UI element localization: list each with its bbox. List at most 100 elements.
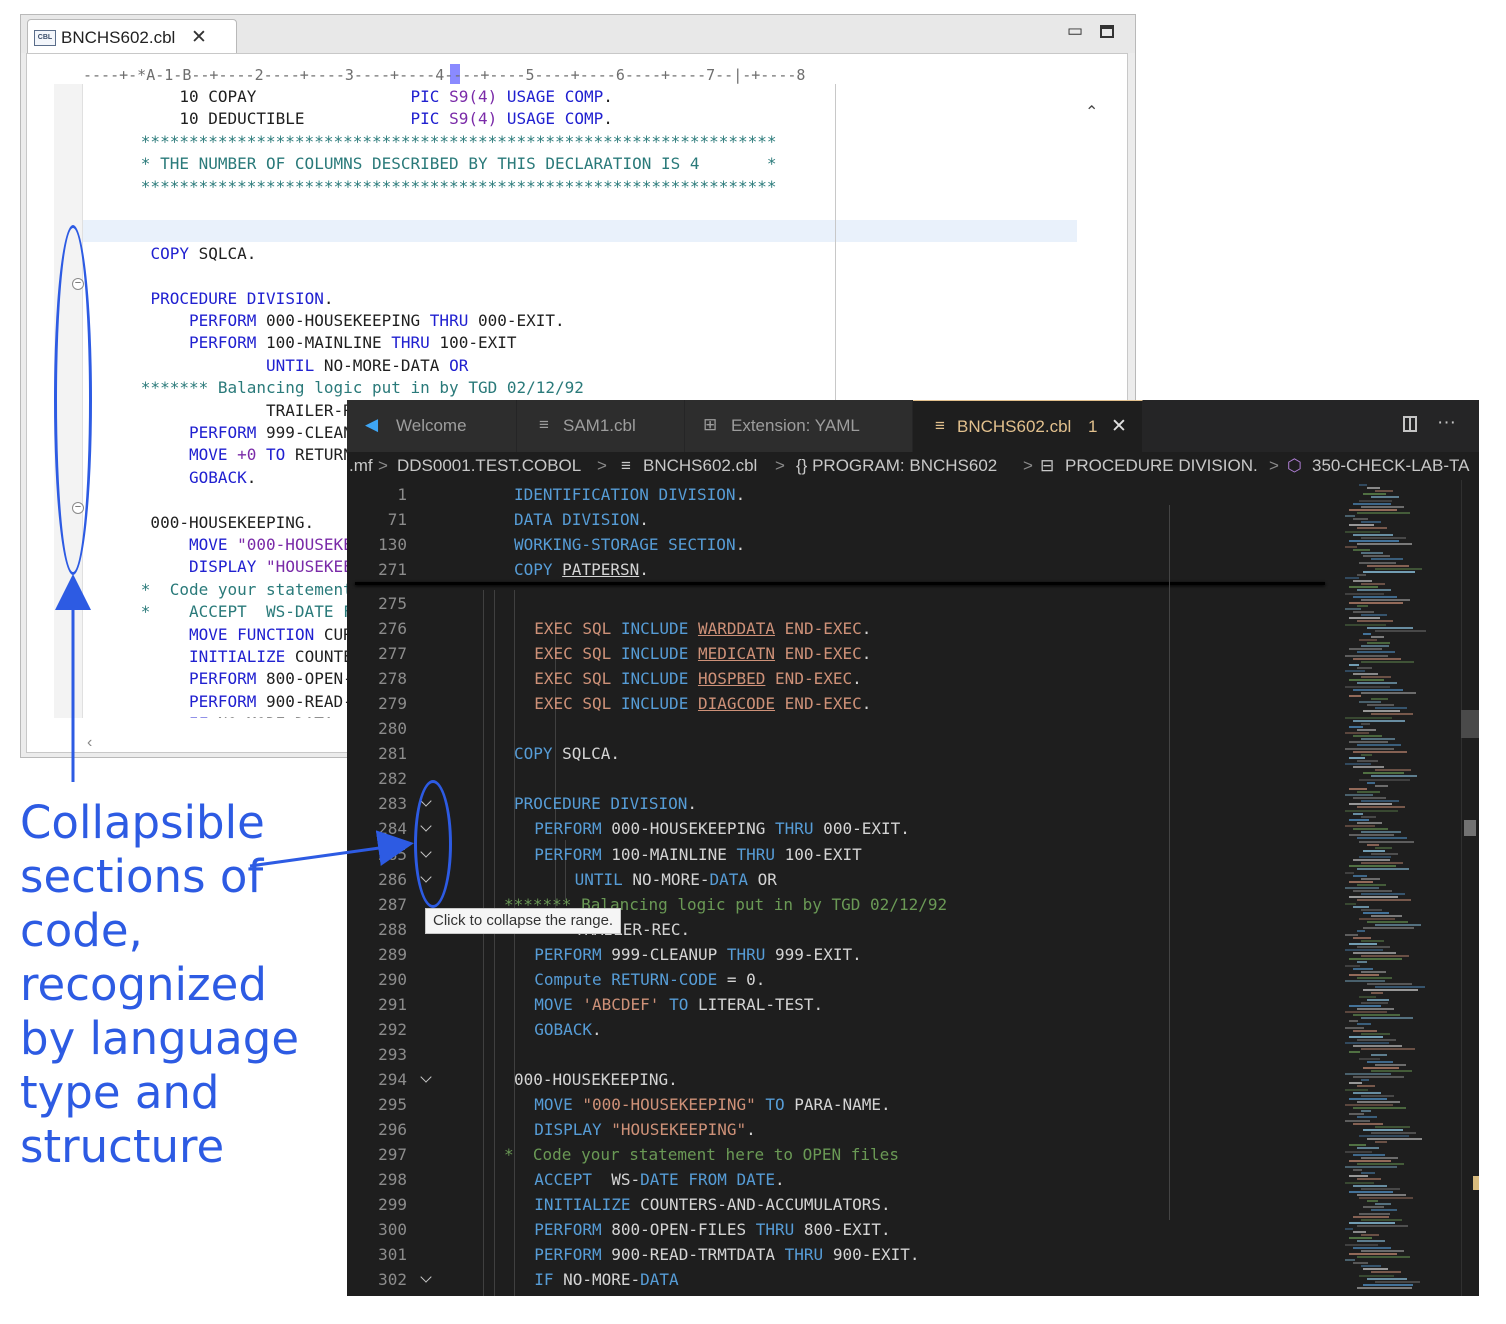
sticky-scroll-line[interactable]: IDENTIFICATION DIVISION. (514, 482, 745, 507)
breadcrumb-item[interactable]: {} PROGRAM: BNCHS602 (796, 456, 997, 476)
close-icon[interactable]: ✕ (1111, 415, 1127, 438)
minimap-line (1349, 818, 1369, 821)
minimap-line (1357, 930, 1365, 933)
minimap-line (1367, 1138, 1422, 1141)
chevron-down-icon[interactable] (419, 1073, 433, 1087)
minimap[interactable] (1337, 480, 1457, 1296)
eclipse-code-line[interactable]: TRAILER-REC. (83, 400, 382, 422)
vscode-code-editor[interactable]: 1 IDENTIFICATION DIVISION. 71 DATA DIVISION… (347, 480, 1479, 1296)
code-line[interactable]: IF NO-MORE-DATA (534, 1267, 679, 1292)
code-line[interactable]: PERFORM 900-READ-TRMTDATA THRU 900-EXIT. (534, 1242, 919, 1267)
minimap-line (1375, 1125, 1410, 1128)
minimap-line (1361, 815, 1376, 818)
minimap-line (1361, 800, 1399, 803)
breadcrumb-item[interactable]: PROCEDURE DIVISION. (1065, 456, 1258, 476)
breadcrumb-item[interactable]: DDS0001.TEST.COBOL (397, 456, 581, 476)
breadcrumb-item[interactable]: 350-CHECK-LAB-TA (1312, 456, 1469, 476)
code-line[interactable]: PERFORM 100-MAINLINE THRU 100-EXIT (534, 842, 862, 867)
line-number: 285 (378, 844, 407, 864)
eclipse-code-line[interactable]: ****************************************… (83, 131, 777, 153)
minimap-line (1353, 797, 1386, 800)
tab-extension-yaml[interactable]: ⊞ Extension: YAML (685, 400, 913, 452)
code-line[interactable]: PROCEDURE DIVISION. (514, 791, 697, 816)
code-line[interactable]: EXEC SQL INCLUDE WARDDATA END-EXEC. (534, 616, 871, 641)
minimap-line (1359, 1212, 1390, 1215)
code-line[interactable]: PERFORM 000-HOUSEKEEPING THRU 000-EXIT. (534, 816, 910, 841)
minimap-line (1371, 775, 1417, 778)
lines-icon: ≡ (935, 416, 945, 435)
sticky-scroll-line[interactable]: COPY PATPERSN. (514, 557, 649, 582)
code-line[interactable]: GOBACK. (534, 1017, 601, 1042)
code-line[interactable]: COPY SQLCA. (514, 741, 620, 766)
tab-sam1[interactable]: ≡ SAM1.cbl (517, 400, 685, 452)
minimap-line (1361, 1249, 1404, 1252)
eclipse-code-line[interactable]: ****************************************… (83, 176, 777, 198)
eclipse-code-line[interactable]: ******* Balancing logic put in by TGD 02… (83, 377, 584, 399)
eclipse-code-line[interactable]: 000-HOUSEKEEPING. (83, 512, 314, 534)
chevron-up-icon[interactable]: ⌃ (1085, 102, 1098, 122)
minimap-line (1357, 651, 1395, 654)
code-line[interactable]: PERFORM 999-CLEANUP THRU 999-EXIT. (534, 942, 862, 967)
minimap-line (1345, 515, 1355, 517)
code-line[interactable]: EXEC SQL INCLUDE HOSPBED END-EXEC. (534, 666, 862, 691)
tab-bnchs602[interactable]: ≡ BNCHS602.cbl 1 ✕ (913, 400, 1143, 452)
code-line[interactable]: 000-HOUSEKEEPING. (514, 1067, 678, 1092)
sticky-scroll-line[interactable]: DATA DIVISION. (514, 507, 649, 532)
eclipse-code-line[interactable]: 10 DEDUCTIBLE PIC S9(4) USAGE COMP. (83, 108, 613, 130)
code-line[interactable]: Compute RETURN-CODE = 0. (534, 967, 765, 992)
minimap-line (1353, 657, 1401, 660)
eclipse-code-line[interactable]: 10 COPAY PIC S9(4) USAGE COMP. (83, 86, 613, 108)
eclipse-code-line[interactable]: PERFORM 100-MAINLINE THRU 100-EXIT (83, 332, 517, 354)
indent-guide (483, 590, 484, 1296)
vertical-scrollbar[interactable] (1461, 480, 1479, 1296)
maximize-icon[interactable] (1100, 25, 1114, 38)
code-line[interactable]: MOVE 'ABCDEF' TO LITERAL-TEST. (534, 992, 823, 1017)
code-line[interactable]: * Code your statement here to OPEN files (504, 1142, 899, 1167)
minimap-line (1367, 998, 1389, 1001)
sticky-scroll-line[interactable]: WORKING-STORAGE SECTION. (514, 532, 745, 557)
eclipse-code-line[interactable]: COPY SQLCA. (83, 243, 256, 265)
line-number: 271 (378, 560, 407, 580)
minimap-line (1363, 849, 1385, 852)
scrollbar-thumb[interactable] (1461, 710, 1479, 738)
minimap-line (1357, 573, 1366, 576)
code-line[interactable]: EXEC SQL INCLUDE DIAGCODE END-EXEC. (534, 691, 871, 716)
eclipse-code-line[interactable]: GOBACK. (83, 467, 256, 489)
code-line[interactable]: INITIALIZE COUNTERS-AND-ACCUMULATORS. (534, 1192, 890, 1217)
minimap-line (1349, 1035, 1383, 1038)
minimap-line (1353, 1014, 1400, 1017)
eclipse-code-line[interactable]: IF NO-MORE-DATA (83, 713, 334, 718)
collapse-range-tooltip: Click to collapse the range. (425, 908, 622, 934)
breadcrumb-item[interactable]: .mf (349, 456, 373, 476)
code-line[interactable]: UNTIL NO-MORE-DATA OR (575, 867, 777, 892)
minimap-line (1349, 694, 1361, 697)
more-actions-icon[interactable]: ··· (1437, 412, 1456, 434)
minimap-line (1371, 496, 1399, 499)
code-line[interactable]: PERFORM 800-OPEN-FILES THRU 800-EXIT. (534, 1217, 890, 1242)
code-line[interactable]: MOVE "000-HOUSEKEEPING" TO PARA-NAME. (534, 1092, 890, 1117)
code-line[interactable]: ACCEPT WS-DATE FROM DATE. (534, 1167, 784, 1192)
eclipse-code-line[interactable]: * THE NUMBER OF COLUMNS DESCRIBED BY THI… (83, 153, 777, 175)
minimap-line (1361, 1017, 1413, 1020)
minimap-line (1357, 821, 1382, 824)
eclipse-tab-bnchs602[interactable]: CBL BNCHS602.cbl ✕ (27, 19, 237, 53)
minimap-line (1349, 865, 1396, 868)
vscode-fold-highlight-oval (414, 780, 452, 908)
split-editor-icon[interactable] (1403, 416, 1417, 432)
code-line[interactable]: EXEC SQL INCLUDE MEDICATN END-EXEC. (534, 641, 871, 666)
eclipse-code-line[interactable]: PROCEDURE DIVISION. (83, 288, 333, 310)
code-line[interactable]: DISPLAY "HOUSEKEEPING". (534, 1117, 756, 1142)
minimap-line (1349, 787, 1367, 790)
minimap-line (1349, 1004, 1381, 1007)
chevron-down-icon[interactable] (419, 1273, 433, 1287)
breadcrumb-item[interactable]: BNCHS602.cbl (643, 456, 757, 476)
chevron-left-icon[interactable]: ‹ (87, 734, 92, 752)
minimap-line (1349, 1020, 1358, 1023)
tab-welcome[interactable]: ◀ Welcome (347, 400, 517, 452)
scrollbar-warning-marker (1473, 1176, 1479, 1190)
minimap-line (1363, 710, 1400, 713)
eclipse-code-line[interactable]: UNTIL NO-MORE-DATA OR (83, 355, 468, 377)
minimize-icon[interactable]: ▭ (1067, 21, 1083, 41)
close-icon[interactable]: ✕ (191, 26, 207, 49)
eclipse-code-line[interactable]: PERFORM 000-HOUSEKEEPING THRU 000-EXIT. (83, 310, 565, 332)
